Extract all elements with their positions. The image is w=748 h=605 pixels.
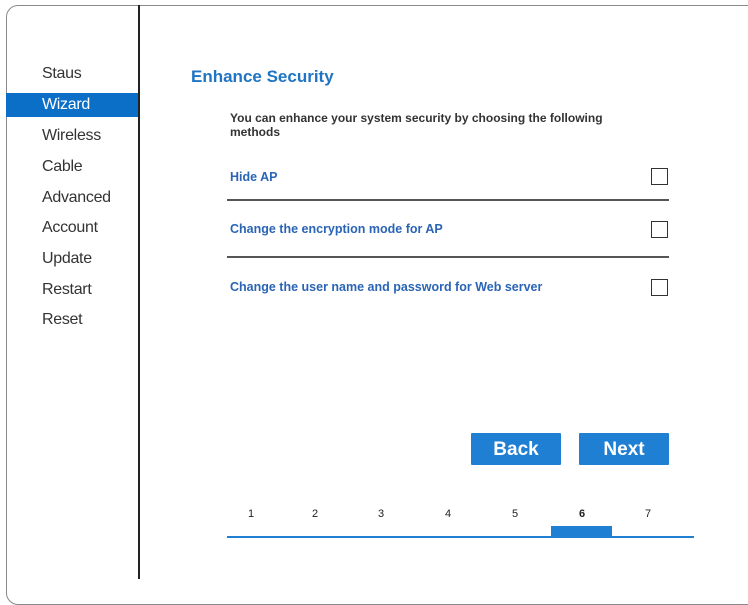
progress-track xyxy=(227,536,694,538)
sidebar-item-account[interactable]: Account xyxy=(6,216,138,240)
sidebar-item-reset[interactable]: Reset xyxy=(6,308,138,332)
step-5: 5 xyxy=(511,508,519,520)
sidebar-item-restart[interactable]: Restart xyxy=(6,278,138,302)
option-web-credentials-label: Change the user name and password for We… xyxy=(230,280,543,294)
divider xyxy=(227,199,669,201)
sidebar-divider xyxy=(138,5,140,579)
page-title: Enhance Security xyxy=(191,67,334,86)
option-encryption-mode-label: Change the encryption mode for AP xyxy=(230,222,443,236)
step-3: 3 xyxy=(377,508,385,520)
option-hide-ap-label: Hide AP xyxy=(230,170,278,184)
intro-text: You can enhance your system security by … xyxy=(230,111,603,139)
progress-current-step xyxy=(551,526,612,537)
sidebar-item-advanced[interactable]: Advanced xyxy=(6,186,138,210)
next-button[interactable]: Next xyxy=(579,433,669,465)
step-6: 6 xyxy=(578,508,586,520)
sidebar-item-cable[interactable]: Cable xyxy=(6,155,138,179)
sidebar-item-status[interactable]: Staus xyxy=(6,62,138,86)
sidebar-item-wizard[interactable]: Wizard xyxy=(6,93,138,117)
step-7: 7 xyxy=(644,508,652,520)
back-button[interactable]: Back xyxy=(471,433,561,465)
step-1: 1 xyxy=(247,508,255,520)
step-2: 2 xyxy=(311,508,319,520)
option-encryption-mode-checkbox[interactable] xyxy=(651,221,668,238)
sidebar-item-update[interactable]: Update xyxy=(6,247,138,271)
option-hide-ap-checkbox[interactable] xyxy=(651,168,668,185)
divider xyxy=(227,256,669,258)
sidebar-item-wireless[interactable]: Wireless xyxy=(6,124,138,148)
option-web-credentials-checkbox[interactable] xyxy=(651,279,668,296)
step-4: 4 xyxy=(444,508,452,520)
